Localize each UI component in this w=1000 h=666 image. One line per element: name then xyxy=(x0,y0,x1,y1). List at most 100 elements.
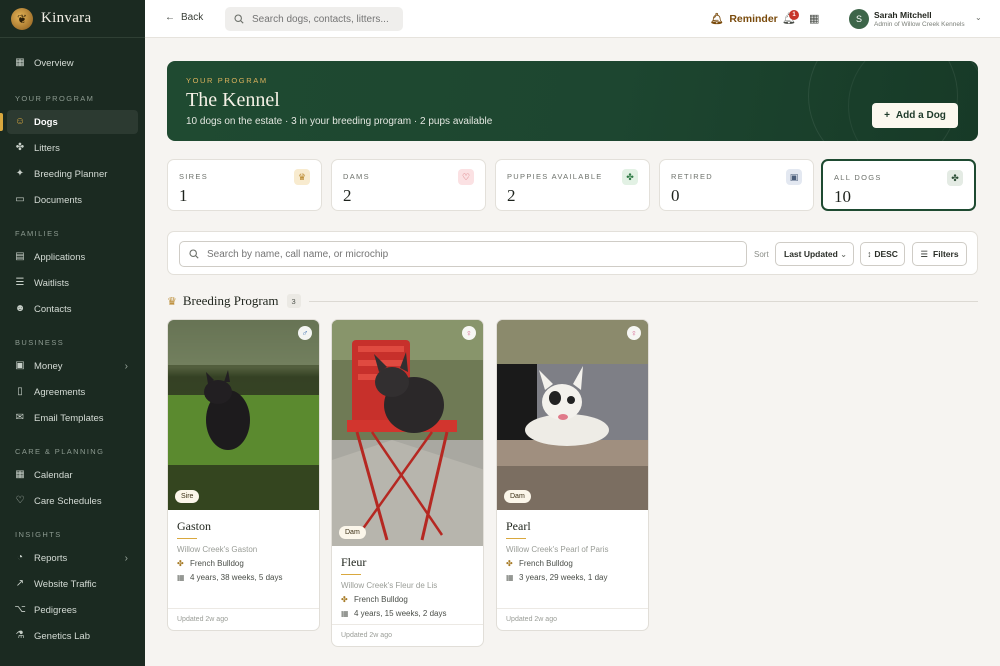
sidebar-item-label: Calendar xyxy=(34,469,73,481)
sidebar-item-documents[interactable]: ▭ Documents xyxy=(7,188,138,212)
sidebar-nav: ▦ Overview YOUR PROGRAM ☺ Dogs ✤ Litters… xyxy=(0,38,145,648)
crown-icon: ♛ xyxy=(294,169,310,185)
sidebar-item-money[interactable]: ▣ Money › xyxy=(7,354,138,378)
sidebar-item-waitlists[interactable]: ☰ Waitlists xyxy=(7,271,138,295)
stat-value: 1 xyxy=(179,186,188,205)
sidebar-item-dogs[interactable]: ☺ Dogs xyxy=(0,110,138,134)
hero-decoration xyxy=(848,61,978,141)
calendar-icon[interactable]: ▦ xyxy=(809,12,819,25)
paw-icon: ✤ xyxy=(341,595,348,604)
sidebar-item-agreements[interactable]: ▯ Agreements xyxy=(7,380,138,404)
chevron-down-icon[interactable]: ⌄ xyxy=(975,13,982,22)
sidebar-item-website-traffic[interactable]: ↗ Website Traffic xyxy=(7,572,138,596)
dog-age-label: 4 years, 15 weeks, 2 days xyxy=(354,609,447,618)
mail-icon: ✉ xyxy=(15,412,25,423)
dog-card-pearl[interactable]: ♀ Dam Pearl Willow Creek's Pearl of Pari… xyxy=(496,319,649,631)
back-button[interactable]: ← Back xyxy=(165,12,203,23)
pie-chart-icon: ◔ xyxy=(16,552,24,563)
dog-name-rule xyxy=(177,538,197,539)
dog-card-gaston[interactable]: ♂ Sire Gaston Willow Creek's Gaston ✤ Fre… xyxy=(167,319,320,631)
stat-label: DAMS xyxy=(343,172,370,181)
stat-card-puppies-available[interactable]: PUPPIES AVAILABLE 2 ✤ xyxy=(495,159,650,211)
stat-card-dams[interactable]: DAMS 2 ♡ xyxy=(331,159,486,211)
bell-plus-icon: 🔔︎ xyxy=(710,13,724,25)
clipboard-icon: ▤ xyxy=(15,251,25,262)
calendar-icon: ▦ xyxy=(341,609,349,618)
stat-value: 0 xyxy=(671,186,680,205)
section-count-badge: 3 xyxy=(286,294,301,308)
dog-name: Gaston xyxy=(177,519,211,533)
chevron-right-icon: › xyxy=(124,552,128,564)
sidebar-item-reports[interactable]: ◔ Reports › xyxy=(7,546,138,570)
add-dog-button[interactable]: + Add a Dog xyxy=(872,103,958,128)
program-hero: YOUR PROGRAM The Kennel 10 dogs on the e… xyxy=(167,61,978,141)
stat-card-retired[interactable]: RETIRED 0 ▣ xyxy=(659,159,814,211)
dog-age: ▦ 4 years, 38 weeks, 5 days xyxy=(177,573,310,582)
dog-age: ▦ 3 years, 29 weeks, 1 day xyxy=(506,573,639,582)
filters-button[interactable]: ☰ Filters xyxy=(912,242,967,266)
sidebar-item-email-templates[interactable]: ✉ Email Templates xyxy=(7,406,138,430)
crown-icon: ♛ xyxy=(167,295,177,308)
flask-icon: ⚗ xyxy=(15,630,25,641)
global-search-input[interactable] xyxy=(252,13,397,25)
nav-section-care: CARE & PLANNING xyxy=(15,447,105,456)
male-icon: ♂ xyxy=(298,326,312,340)
sidebar: ❦ Kinvara ▦ Overview YOUR PROGRAM ☺ Dogs… xyxy=(0,0,145,666)
brand[interactable]: ❦ Kinvara xyxy=(0,0,145,38)
hero-subtitle: 10 dogs on the estate · 3 in your breedi… xyxy=(186,116,493,127)
add-dog-label: Add a Dog xyxy=(895,110,946,121)
dog-search-input[interactable] xyxy=(207,248,727,260)
stat-card-all-dogs[interactable]: ALL DOGS 10 ✤ xyxy=(821,159,976,211)
sidebar-item-overview[interactable]: ▦ Overview xyxy=(7,51,138,75)
avatar[interactable]: S xyxy=(849,9,869,29)
sidebar-item-label: Documents xyxy=(34,194,83,206)
sort-select[interactable]: Last Updated ⌄ xyxy=(775,242,854,266)
dog-name: Fleur xyxy=(341,555,367,569)
dog-breed: ✤ French Bulldog xyxy=(177,559,310,568)
dog-photo-image xyxy=(168,320,319,510)
folder-icon: ▭ xyxy=(15,194,25,205)
plus-icon: + xyxy=(884,110,890,121)
sidebar-item-calendar[interactable]: ▦ Calendar xyxy=(7,463,138,487)
sidebar-item-label: Email Templates xyxy=(34,412,104,424)
dog-card-body: Pearl Willow Creek's Pearl of Paris ✤ Fre… xyxy=(497,510,648,582)
dog-photo-image xyxy=(332,320,483,546)
sidebar-item-breeding-planner[interactable]: ✦ Breeding Planner xyxy=(7,162,138,186)
sidebar-item-label: Money xyxy=(34,360,63,372)
calendar-icon: ▦ xyxy=(506,573,514,582)
list-icon: ☰ xyxy=(15,277,25,288)
dog-name: Pearl xyxy=(506,519,531,533)
sidebar-item-litters[interactable]: ✤ Litters xyxy=(7,136,138,160)
sort-order-button[interactable]: ↕ DESC xyxy=(860,242,905,266)
stat-card-sires[interactable]: SIRES 1 ♛ xyxy=(167,159,322,211)
sidebar-item-pedigrees[interactable]: ⌥ Pedigrees xyxy=(7,598,138,622)
dog-card-fleur[interactable]: ♀ Dam Fleur Willow Creek's Fleur de Lis … xyxy=(331,319,484,647)
reminder-button[interactable]: 🔔︎ Reminder xyxy=(710,12,778,26)
sidebar-item-applications[interactable]: ▤ Applications xyxy=(7,245,138,269)
sidebar-item-label: Pedigrees xyxy=(34,604,77,616)
calendar-icon: ▦ xyxy=(177,573,185,582)
dog-age-label: 3 years, 29 weeks, 1 day xyxy=(519,573,608,582)
stat-value: 10 xyxy=(834,187,851,206)
dog-photo: ♂ Sire xyxy=(168,320,319,510)
dog-search[interactable] xyxy=(179,241,747,267)
sort-value: Last Updated xyxy=(784,249,838,259)
global-search[interactable] xyxy=(225,7,403,31)
sidebar-item-genetics-lab[interactable]: ⚗ Genetics Lab xyxy=(7,624,138,648)
users-icon: ☻ xyxy=(14,303,26,314)
sidebar-item-label: Genetics Lab xyxy=(34,630,90,642)
sidebar-item-contacts[interactable]: ☻ Contacts xyxy=(7,297,138,321)
user-name[interactable]: Sarah Mitchell xyxy=(874,10,932,20)
sidebar-item-care-schedules[interactable]: ♡ Care Schedules xyxy=(7,489,138,513)
dog-photo: ♀ Dam xyxy=(497,320,648,510)
dog-registered-name: Willow Creek's Gaston xyxy=(177,545,258,554)
stat-label: PUPPIES AVAILABLE xyxy=(507,172,603,181)
role-tag: Dam xyxy=(339,526,366,539)
nav-section-program: YOUR PROGRAM xyxy=(15,94,95,103)
filter-bar: Sort Last Updated ⌄ ↕ DESC ☰ Filters xyxy=(167,231,978,275)
heart-icon: ♡ xyxy=(15,495,25,506)
female-icon: ♀ xyxy=(462,326,476,340)
grid-icon: ▦ xyxy=(15,57,25,68)
sliders-icon: ☰ xyxy=(920,248,929,259)
archive-icon: ▣ xyxy=(786,169,802,185)
